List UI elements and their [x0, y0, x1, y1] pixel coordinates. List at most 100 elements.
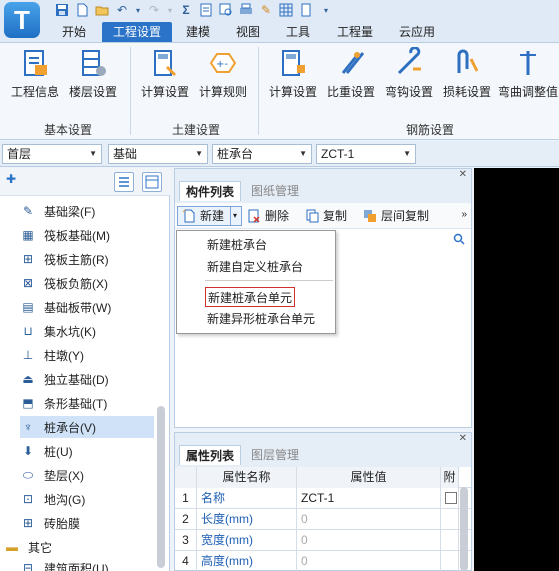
tab-layer-management[interactable]: 图层管理 [245, 445, 305, 465]
area-icon: ⊟ [22, 561, 34, 571]
additional-checkbox[interactable] [441, 488, 459, 509]
tab-drawing-management[interactable]: 图纸管理 [245, 181, 305, 201]
strip-footing-icon: ⬒ [22, 396, 34, 410]
hook-settings-button[interactable]: 弯钩设置 [380, 47, 438, 100]
tree-item-foundation-strip[interactable]: ▤ 基础板带(W) [20, 296, 154, 318]
property-name-header: 属性名称 [197, 467, 297, 488]
table-row[interactable]: 4 高度(mm) 0 [175, 551, 471, 571]
rebar-calc-settings-button[interactable]: 计算设置 [264, 47, 322, 100]
component-tree-panel: ✚ ✎ 基础梁(F) ▦ 筏板基础(M) ⊞ 筏板主筋(R) ⊠ 筏板负筋(X) ▤ 基础… [0, 168, 170, 571]
menu-item-new-custom-pile-cap[interactable]: 新建自定义桩承台 [183, 257, 327, 277]
report-icon[interactable] [198, 2, 214, 18]
tree-item-sump[interactable]: ⊔ 集水坑(K) [20, 320, 154, 342]
chevron-down-icon: ▼ [403, 149, 411, 158]
tree-item-isolated-footing[interactable]: ⏏ 独立基础(D) [20, 368, 154, 390]
tab-modeling[interactable]: 建模 [180, 22, 216, 42]
menu-item-new-pile-cap-unit[interactable]: 新建桩承台单元 [205, 287, 296, 307]
tab-component-list[interactable]: 构件列表 [179, 181, 242, 201]
print-icon[interactable] [238, 2, 254, 18]
component-type-select[interactable]: 桩承台 ▼ [212, 144, 312, 164]
redo-icon[interactable]: ↷ [146, 2, 162, 18]
new-dropdown-icon[interactable]: ▾ [230, 206, 237, 226]
floor-copy-button[interactable]: 层间复制 [363, 206, 429, 226]
tree-item-raft-neg-rebar[interactable]: ⊠ 筏板负筋(X) [20, 272, 154, 294]
tree-item-foundation-beam[interactable]: ✎ 基础梁(F) [20, 200, 154, 222]
ribbon-tab-bar: 开始 工程设置 建模 视图 工具 工程量 云应用 [0, 22, 559, 42]
undo-icon[interactable]: ↶ [114, 2, 130, 18]
column-pier-icon: ⊥ [22, 348, 34, 362]
table-row[interactable]: 3 宽度(mm) 0 [175, 530, 471, 551]
new-file-icon[interactable] [74, 2, 90, 18]
tree-item-pile[interactable]: ⬇ 桩(U) [20, 440, 154, 462]
trench-icon: ⊡ [22, 492, 34, 506]
calc-rules-button[interactable]: +- 计算规则 [194, 47, 252, 100]
tab-view[interactable]: 视图 [230, 22, 266, 42]
document-icon[interactable] [298, 2, 314, 18]
weight-settings-button[interactable]: 比重设置 [322, 47, 380, 100]
component-select[interactable]: ZCT-1 ▼ [316, 144, 416, 164]
table-row[interactable]: 1 名称 ZCT-1 [175, 488, 471, 509]
calc-settings-button[interactable]: 计算设置 [136, 47, 194, 100]
new-button[interactable]: 新建 ▾ [177, 206, 243, 226]
list-view-button[interactable] [114, 172, 134, 192]
tab-cloud[interactable]: 云应用 [392, 22, 442, 42]
edit-pencil-icon[interactable]: ✎ [258, 2, 274, 18]
property-value-field[interactable]: 0 [297, 509, 441, 530]
tree-item-cushion[interactable]: ⬭ 垫层(X) [20, 464, 154, 486]
app-logo[interactable]: T [4, 2, 40, 38]
tree-folder-other[interactable]: ▬ 其它 [4, 536, 138, 558]
tree-item-column-pier[interactable]: ⊥ 柱墩(Y) [20, 344, 154, 366]
tab-start[interactable]: 开始 [56, 22, 92, 42]
rebar-calc-settings-icon [282, 50, 305, 76]
loss-settings-button[interactable]: 损耗设置 [438, 47, 496, 100]
property-value-field[interactable]: 0 [297, 530, 441, 551]
sum-icon[interactable]: Σ [178, 2, 194, 18]
close-icon[interactable]: ✕ [459, 169, 467, 180]
tree-item-pile-cap[interactable]: ♆ 桩承台(V) [20, 416, 154, 438]
isolated-footing-icon: ⏏ [22, 372, 34, 386]
floor-select[interactable]: 首层 ▼ [2, 144, 102, 164]
tree-item-raft-main-rebar[interactable]: ⊞ 筏板主筋(R) [20, 248, 154, 270]
project-info-button[interactable]: 工程信息 [6, 47, 64, 100]
floor-settings-button[interactable]: 楼层设置 [64, 47, 122, 100]
drawing-canvas[interactable] [474, 168, 559, 571]
tree-scrollbar[interactable] [157, 406, 165, 568]
close-icon[interactable]: ✕ [459, 433, 467, 444]
svg-text:+-: +- [216, 59, 228, 70]
customize-dropdown-icon[interactable]: ▾ [318, 2, 334, 18]
bend-adjust-button[interactable]: 弯曲调整值 [496, 47, 559, 100]
detail-view-button[interactable] [142, 172, 162, 192]
copy-button[interactable]: 复制 [305, 206, 347, 226]
delete-button[interactable]: 删除 [247, 206, 289, 226]
property-value-field[interactable]: ZCT-1 [297, 488, 441, 509]
grid-icon[interactable] [278, 2, 294, 18]
save-icon[interactable] [54, 2, 70, 18]
bend-adjust-icon [520, 51, 536, 75]
ribbon-panel: 工程信息 楼层设置 基本设置 计算设置 +- 计算规则 土建设置 计算设置 比重… [0, 42, 559, 140]
tree-item-trench[interactable]: ⊡ 地沟(G) [20, 488, 154, 510]
search-icon[interactable] [453, 233, 465, 248]
query-icon[interactable] [218, 2, 234, 18]
menu-item-new-pile-cap[interactable]: 新建桩承台 [183, 235, 291, 255]
sump-icon: ⊔ [23, 324, 33, 338]
tab-property-list[interactable]: 属性列表 [179, 445, 242, 465]
tab-quantities[interactable]: 工程量 [330, 22, 380, 42]
undo-dropdown-icon[interactable]: ▾ [134, 2, 142, 18]
open-folder-icon[interactable] [94, 2, 110, 18]
tab-project-settings[interactable]: 工程设置 [102, 22, 172, 42]
tree-item-raft-foundation[interactable]: ▦ 筏板基础(M) [20, 224, 154, 246]
tree-item-strip-footing[interactable]: ⬒ 条形基础(T) [20, 392, 154, 414]
expand-icon[interactable]: ✚ [6, 172, 16, 186]
property-scrollbar[interactable] [460, 487, 468, 571]
quick-access-bar: T ↶ ▾ ↷ ▾ Σ ✎ ▾ [0, 0, 559, 38]
tree-item-building-area[interactable]: ⊟ 建筑面积(U) [20, 560, 154, 571]
property-value-field[interactable]: 0 [297, 551, 441, 571]
category-select[interactable]: 基础 ▼ [108, 144, 208, 164]
tab-tools[interactable]: 工具 [280, 22, 316, 42]
redo-dropdown-icon[interactable]: ▾ [166, 2, 174, 18]
table-row[interactable]: 2 长度(mm) 0 [175, 509, 471, 530]
brick-mold-icon: ⊞ [22, 516, 34, 530]
menu-item-new-irregular-pile-cap-unit[interactable]: 新建异形桩承台单元 [183, 309, 339, 329]
tree-item-brick-mold[interactable]: ⊞ 砖胎膜 [20, 512, 154, 534]
more-icon[interactable]: » [461, 209, 467, 220]
